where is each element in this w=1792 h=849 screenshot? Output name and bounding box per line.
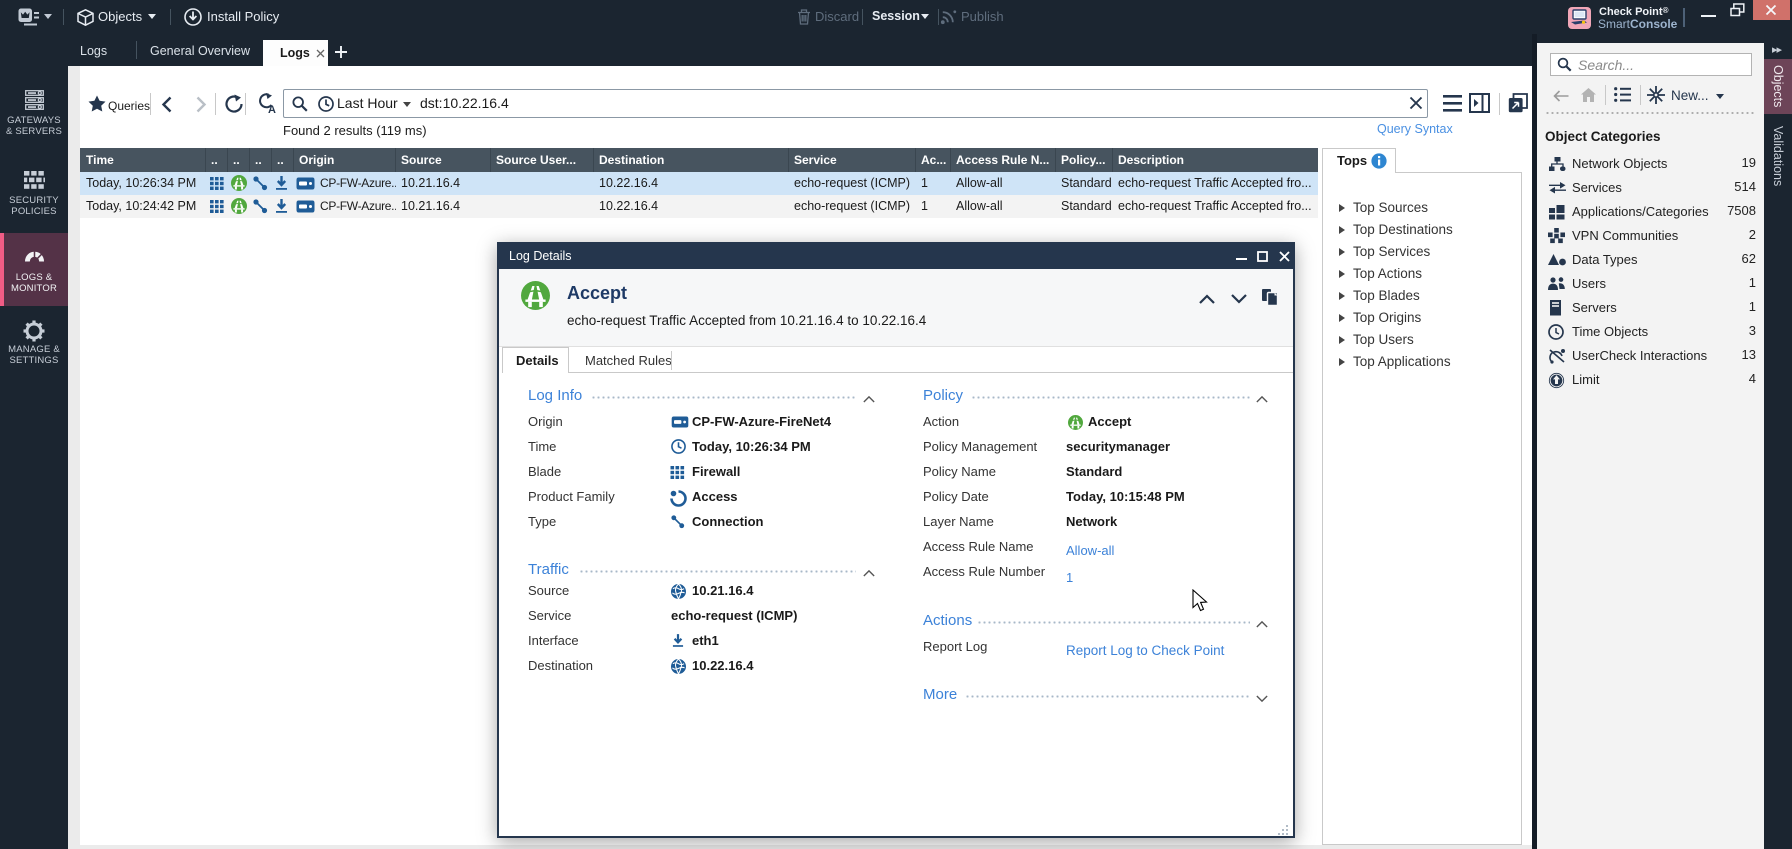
svg-text:A: A: [268, 104, 276, 115]
